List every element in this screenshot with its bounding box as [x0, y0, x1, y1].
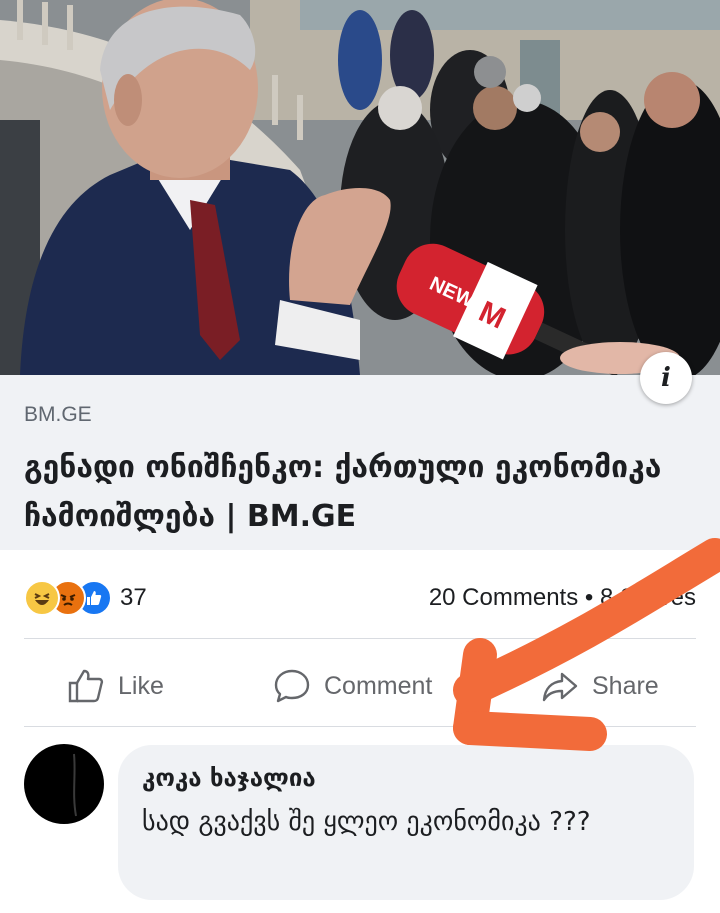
share-label: Share: [592, 671, 659, 700]
comments-shares-count[interactable]: 20 Comments • 8 Shares: [429, 584, 696, 612]
photo-scene: NEWS M: [0, 0, 720, 375]
like-button[interactable]: Like: [66, 648, 164, 724]
comment-label: Comment: [324, 671, 433, 700]
like-label: Like: [118, 671, 164, 700]
post-stats: 37 20 Comments • 8 Shares: [0, 566, 720, 628]
comment-text: სად გვაქვს შე ყლეო ეკონომიკა ???: [142, 807, 591, 837]
haha-icon: [24, 580, 60, 616]
post-photo[interactable]: NEWS M: [0, 0, 720, 375]
avatar[interactable]: [24, 744, 104, 824]
thumbs-up-icon: [68, 669, 104, 703]
reaction-count: 37: [120, 584, 147, 611]
share-button[interactable]: Share: [540, 648, 659, 724]
share-arrow-icon: [542, 672, 578, 702]
link-preview[interactable]: BM.GE გენადი ონიშჩენკო: ქართული ეკონომიკ…: [0, 375, 720, 550]
post-actions: Like Comment Share: [0, 648, 720, 724]
link-domain: BM.GE: [24, 403, 92, 426]
comment-bubble-icon: [274, 669, 310, 703]
comment-button[interactable]: Comment: [272, 648, 432, 724]
divider: [24, 638, 696, 639]
link-title[interactable]: გენადი ონიშჩენკო: ქართული ეკონომიკა ჩამო…: [24, 443, 704, 541]
divider: [24, 726, 696, 727]
comment-bubble[interactable]: კოკა ხაჯალია სად გვაქვს შე ყლეო ეკონომიკ…: [118, 745, 694, 900]
info-icon[interactable]: i: [640, 352, 692, 404]
comment-author[interactable]: კოკა ხაჯალია: [142, 761, 670, 795]
reactions-summary[interactable]: 37: [24, 580, 147, 616]
